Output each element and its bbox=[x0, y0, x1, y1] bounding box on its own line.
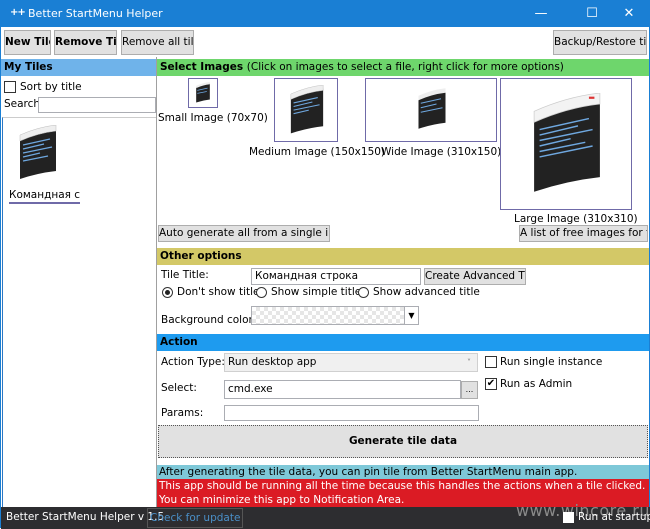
wide-image-label: Wide Image (310x150) bbox=[381, 146, 502, 158]
action-type-select[interactable]: Run desktop app ˅ bbox=[224, 353, 478, 372]
show-simple-title-label: Show simple title bbox=[271, 286, 362, 298]
my-tiles-header: My Tiles bbox=[1, 59, 157, 76]
title-bar: ++ Better StartMenu Helper — ☐ ✕ bbox=[1, 1, 650, 27]
background-color-picker[interactable]: ▼ bbox=[251, 306, 419, 325]
auto-generate-button[interactable]: Auto generate all from a single image bbox=[158, 225, 330, 242]
run-single-instance-checkbox[interactable] bbox=[485, 356, 497, 368]
large-image-picker[interactable] bbox=[500, 78, 632, 210]
remove-tile-button[interactable]: Remove Tile bbox=[54, 30, 117, 55]
select-images-header: Select Images (Click on images to select… bbox=[157, 59, 649, 76]
browse-button[interactable]: ... bbox=[461, 381, 478, 399]
info-message: After generating the tile data, you can … bbox=[157, 465, 649, 479]
background-color-label: Background color: bbox=[161, 314, 257, 326]
remove-all-tiles-button[interactable]: Remove all tiles bbox=[121, 30, 194, 55]
search-input[interactable] bbox=[38, 97, 156, 113]
small-image-picker[interactable] bbox=[188, 78, 218, 108]
show-advanced-title-radio[interactable] bbox=[358, 287, 369, 298]
app-window: ++ Better StartMenu Helper — ☐ ✕ New Til… bbox=[0, 0, 650, 529]
maximize-icon: ☐ bbox=[586, 6, 598, 21]
app-icon: ++ bbox=[10, 7, 26, 18]
medium-image-picker[interactable] bbox=[274, 78, 338, 142]
select-file-input[interactable]: cmd.exe bbox=[224, 380, 461, 399]
params-label: Params: bbox=[161, 407, 204, 419]
check-update-link[interactable]: Check for update bbox=[147, 508, 244, 528]
tile-title: Командная с bbox=[9, 189, 81, 204]
run-at-startup-checkbox[interactable] bbox=[563, 512, 574, 523]
free-images-button[interactable]: A list of free images for tiles bbox=[519, 225, 648, 242]
sort-by-title-label: Sort by title bbox=[20, 81, 82, 93]
action-type-label: Action Type: bbox=[161, 356, 225, 368]
close-button[interactable]: ✕ bbox=[607, 1, 650, 27]
other-options-header: Other options bbox=[157, 248, 649, 265]
backup-restore-button[interactable]: Backup/Restore tiles bbox=[553, 30, 647, 55]
large-tile-image bbox=[533, 93, 601, 192]
new-tile-button[interactable]: New Tile bbox=[4, 30, 51, 55]
select-label: Select: bbox=[161, 382, 197, 394]
run-as-admin-label: Run as Admin bbox=[500, 378, 573, 390]
generate-tile-data-button[interactable]: Generate tile data bbox=[158, 425, 648, 458]
action-header: Action bbox=[157, 334, 649, 351]
dont-show-title-label: Don't show title bbox=[177, 286, 260, 298]
action-type-value: Run desktop app bbox=[228, 356, 317, 368]
tile-title-label: Tile Title: bbox=[161, 269, 209, 281]
medium-image-label: Medium Image (150x150) bbox=[249, 146, 386, 158]
run-at-startup-label: Run at startup bbox=[578, 511, 650, 523]
minimize-button[interactable]: — bbox=[519, 1, 563, 27]
window-title: Better StartMenu Helper bbox=[28, 7, 163, 20]
create-advanced-title-button[interactable]: Create Advanced Title bbox=[424, 268, 526, 285]
close-icon: ✕ bbox=[623, 6, 635, 21]
tile-item[interactable]: Командная с bbox=[8, 122, 81, 206]
show-simple-title-radio[interactable] bbox=[256, 287, 267, 298]
status-bar: Better StartMenu Helper v 1.5 Check for … bbox=[1, 501, 650, 529]
chevron-down-icon[interactable]: ▼ bbox=[404, 307, 418, 324]
version-label: Better StartMenu Helper v 1.5 bbox=[6, 511, 165, 523]
large-image-label: Large Image (310x310) bbox=[514, 213, 638, 225]
wide-tile-image bbox=[418, 88, 446, 129]
select-images-hint: (Click on images to select a file, right… bbox=[246, 61, 564, 73]
panel-divider bbox=[156, 57, 157, 507]
minimize-icon: — bbox=[534, 6, 548, 21]
run-single-instance-label: Run single instance bbox=[500, 356, 603, 368]
medium-tile-image bbox=[290, 85, 324, 134]
tiles-list: Командная с bbox=[2, 117, 156, 507]
run-as-admin-checkbox[interactable]: ✔ bbox=[485, 378, 497, 390]
show-advanced-title-label: Show advanced title bbox=[373, 286, 480, 298]
tile-title-input[interactable]: Командная строка bbox=[251, 268, 421, 285]
dont-show-title-radio[interactable] bbox=[162, 287, 173, 298]
checkmark-icon: ✔ bbox=[486, 378, 496, 389]
params-input[interactable] bbox=[224, 405, 479, 421]
chevron-down-icon: ˅ bbox=[467, 358, 471, 367]
small-tile-image bbox=[196, 82, 210, 103]
select-images-title: Select Images bbox=[160, 61, 244, 73]
small-image-label: Small Image (70x70) bbox=[158, 112, 268, 124]
sort-by-title-checkbox[interactable] bbox=[4, 81, 16, 93]
wide-image-picker[interactable] bbox=[365, 78, 497, 142]
tile-image bbox=[19, 125, 57, 179]
